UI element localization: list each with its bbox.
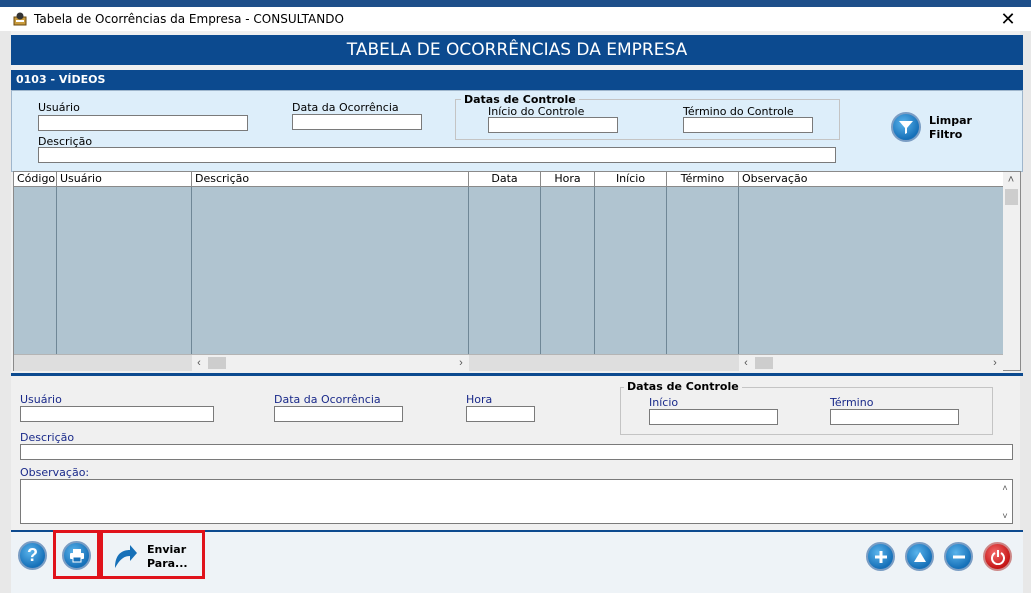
detail-inicio-input[interactable]	[649, 409, 778, 425]
window-title: Tabela de Ocorrências da Empresa - CONSU…	[34, 12, 344, 26]
close-icon[interactable]: ✕	[996, 8, 1020, 30]
app-window: Tabela de Ocorrências da Empresa - CONSU…	[0, 0, 1031, 593]
detail-usuario-label: Usuário	[20, 393, 62, 406]
detail-termino-label: Término	[830, 396, 874, 409]
scroll-right-icon[interactable]: ›	[988, 355, 1002, 371]
detail-descricao-label: Descrição	[20, 431, 75, 444]
filter-usuario-label: Usuário	[38, 101, 80, 114]
scroll-left-icon[interactable]: ‹	[739, 355, 753, 371]
column-hora	[541, 172, 595, 355]
detail-inicio-label: Início	[649, 396, 679, 409]
power-icon	[990, 549, 1005, 565]
detail-observacao-textarea[interactable]: ˄ ˅	[20, 479, 1013, 524]
plus-icon	[874, 550, 887, 563]
detail-descricao-input[interactable]	[20, 444, 1013, 460]
delete-button[interactable]	[944, 542, 973, 571]
add-button[interactable]	[866, 542, 895, 571]
scroll-thumb[interactable]	[755, 357, 773, 369]
column-codigo	[14, 172, 57, 355]
column-usuario	[57, 172, 192, 355]
detail-usuario-input[interactable]	[20, 406, 214, 422]
column-descricao	[192, 172, 469, 355]
header-descricao[interactable]: Descrição	[192, 172, 469, 187]
filter-data-ocorrencia-label: Data da Ocorrência	[292, 101, 399, 114]
exit-button[interactable]	[983, 542, 1012, 571]
scroll-thumb[interactable]	[208, 357, 226, 369]
filter-termino-input[interactable]	[683, 117, 813, 133]
header-usuario[interactable]: Usuário	[57, 172, 192, 187]
help-icon: ?	[27, 545, 38, 565]
printer-icon	[69, 548, 84, 562]
detail-termino-input[interactable]	[830, 409, 959, 425]
scroll-left-icon[interactable]: ‹	[192, 355, 206, 371]
descricao-hscrollbar[interactable]: ‹ ›	[192, 355, 469, 371]
help-button[interactable]: ?	[18, 541, 47, 570]
send-to-button[interactable]	[112, 542, 138, 570]
detail-observacao-label: Observação:	[20, 466, 90, 479]
taskbar-strip	[0, 0, 1031, 7]
detail-separator	[11, 373, 1023, 376]
detail-hora-label: Hora	[466, 393, 493, 406]
detail-data-ocorrencia-label: Data da Ocorrência	[274, 393, 381, 406]
left-border	[0, 31, 11, 593]
title-bar: Tabela de Ocorrências da Empresa - CONSU…	[0, 7, 1031, 31]
send-to-label-2[interactable]: Para...	[147, 557, 188, 570]
filter-data-ocorrencia-input[interactable]	[292, 114, 422, 130]
minus-icon	[952, 555, 965, 558]
edit-button[interactable]	[905, 542, 934, 571]
clear-filter-label-2[interactable]: Filtro	[929, 128, 962, 141]
clear-filter-button[interactable]	[891, 112, 921, 142]
scroll-up-icon[interactable]: ˄	[1004, 172, 1018, 188]
share-arrow-icon	[115, 545, 137, 568]
scroll-down-icon[interactable]: ˅	[998, 508, 1012, 524]
observacao-hscrollbar[interactable]: ‹ ›	[739, 355, 1003, 371]
funnel-icon	[899, 121, 913, 134]
scroll-thumb[interactable]	[1005, 189, 1018, 205]
clear-filter-label-1[interactable]: Limpar	[929, 114, 972, 127]
column-data	[469, 172, 541, 355]
section-title: 0103 - VÍDEOS	[11, 70, 1023, 90]
header-data[interactable]: Data	[469, 172, 541, 187]
header-codigo[interactable]: Código	[14, 172, 57, 187]
filter-usuario-input[interactable]	[38, 115, 248, 131]
table-vscrollbar[interactable]: ˄	[1003, 172, 1020, 370]
filter-panel: Usuário Data da Ocorrência Descrição Dat…	[11, 90, 1023, 172]
header-termino[interactable]: Término	[667, 172, 739, 187]
header-observacao[interactable]: Observação	[739, 172, 1003, 187]
header-inicio[interactable]: Início	[595, 172, 667, 187]
page-title: TABELA DE OCORRÊNCIAS DA EMPRESA	[11, 35, 1023, 65]
occurrences-table[interactable]: Código Usuário Descrição Data Hora Iníci…	[13, 171, 1021, 371]
filter-descricao-input[interactable]	[38, 147, 836, 163]
header-hora[interactable]: Hora	[541, 172, 595, 187]
column-inicio	[595, 172, 667, 355]
scroll-right-icon[interactable]: ›	[454, 355, 468, 371]
column-termino	[667, 172, 739, 355]
triangle-up-icon	[913, 551, 926, 562]
detail-hora-input[interactable]	[466, 406, 535, 422]
send-to-label-1[interactable]: Enviar	[147, 543, 186, 556]
table-header: Código Usuário Descrição Data Hora Iníci…	[14, 172, 1003, 187]
detail-data-ocorrencia-input[interactable]	[274, 406, 403, 422]
detail-datas-controle-title: Datas de Controle	[624, 380, 742, 393]
app-icon	[12, 11, 28, 27]
filter-inicio-input[interactable]	[488, 117, 618, 133]
column-observacao	[739, 172, 1003, 355]
print-button[interactable]	[62, 541, 91, 570]
scroll-up-icon[interactable]: ˄	[998, 480, 1012, 496]
